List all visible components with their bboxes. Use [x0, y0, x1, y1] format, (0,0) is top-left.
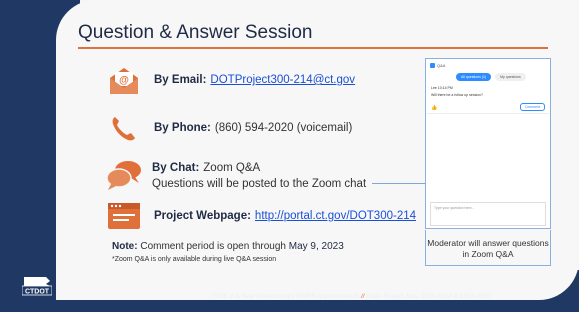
phone-icon: [104, 108, 144, 148]
footer-state-project: State Project Nos. 0300-0214 & 0301-0550: [366, 293, 491, 300]
question-input[interactable]: Type your question here...: [430, 202, 546, 226]
email-icon: @: [104, 60, 144, 100]
note-label: Note:: [112, 241, 138, 252]
phone-number: (860) 594-2020 (voicemail): [214, 122, 353, 134]
zoom-availability-note: *Zoom Q&A is only available during live …: [112, 256, 277, 263]
chat-detail: Questions will be posted to the Zoom cha…: [152, 178, 367, 190]
webpage-link[interactable]: http://portal.ct.gov/DOT300-214: [255, 210, 416, 222]
note-text: Comment period is open through: [140, 241, 286, 252]
footer-separator: //: [360, 293, 365, 300]
webpage-row: Project Webpage: http://portal.ct.gov/DO…: [104, 196, 416, 236]
svg-text:@: @: [119, 75, 129, 86]
thumbs-up-icon[interactable]: 👍: [431, 105, 437, 111]
chat-value: Zoom Q&A: [203, 162, 261, 174]
zoom-qa-header: Q&A: [430, 63, 445, 68]
question-text: Will there be a follow up session?: [431, 93, 483, 97]
title-underline: [78, 47, 548, 49]
tab-all-questions[interactable]: All questions (1): [456, 73, 492, 81]
zoom-tabs: All questions (1) My questions: [456, 73, 526, 81]
moderator-caption: Moderator will answer questions in Zoom …: [427, 238, 549, 259]
phone-label: By Phone:: [154, 122, 211, 134]
note-date: May 9, 2023: [288, 241, 344, 252]
ctdot-logo: CTDOT: [21, 275, 53, 297]
slide-title: Question & Answer Session: [78, 22, 313, 43]
footer-project: (TIME-1 & New Interlockings) MNRR Improv…: [210, 293, 360, 300]
slide: Question & Answer Session @ By Email: DO…: [0, 0, 579, 312]
footer-text: (TIME-1 & New Interlockings) MNRR Improv…: [210, 293, 491, 300]
webpage-label: Project Webpage:: [154, 210, 251, 222]
logo-text: CTDOT: [25, 289, 50, 296]
chat-icon: [104, 156, 144, 196]
email-row: @ By Email: DOTProject300-214@ct.gov: [104, 60, 355, 100]
phone-row: By Phone: (860) 594-2020 (voicemail): [104, 108, 352, 148]
connector-line: [372, 183, 426, 184]
webpage-icon: [104, 196, 144, 236]
comment-note: Note: Comment period is open through May…: [112, 241, 344, 252]
email-label: By Email:: [154, 74, 207, 86]
zoom-qa-title: Q&A: [437, 63, 446, 68]
zoom-icon: [430, 63, 435, 68]
comment-button[interactable]: Comment: [519, 103, 545, 111]
zoom-qa-screenshot: Q&A All questions (1) My questions Lee 1…: [425, 58, 551, 229]
email-link[interactable]: DOTProject300-214@ct.gov: [210, 74, 355, 86]
tab-my-questions[interactable]: My questions: [495, 73, 526, 81]
chat-label: By Chat:: [152, 162, 200, 174]
question-author: Lee 10:14 PM: [431, 86, 453, 90]
zoom-divider: [426, 113, 550, 114]
